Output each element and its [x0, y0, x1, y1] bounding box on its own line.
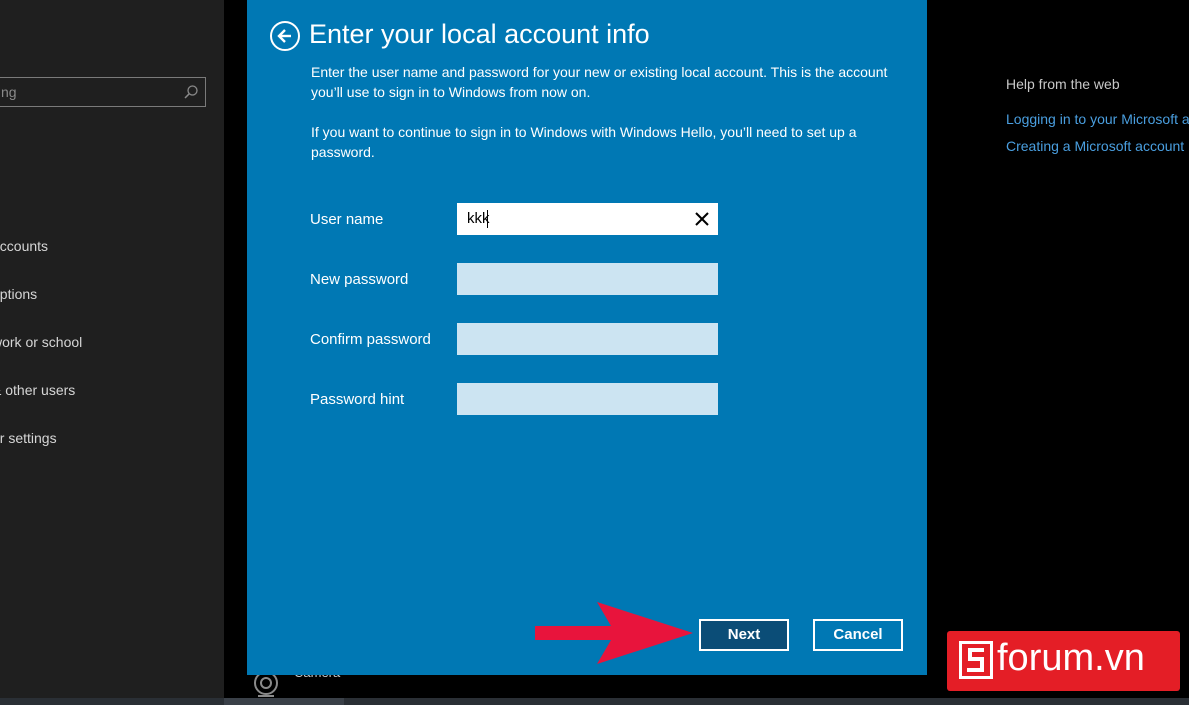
settings-search-input[interactable]: ng	[0, 77, 206, 107]
sidebar-item-work-or-school[interactable]: work or school	[0, 334, 82, 350]
help-link-logging-in[interactable]: Logging in to your Microsoft a	[1006, 111, 1189, 127]
dialog-title: Enter your local account info	[309, 19, 650, 49]
back-button[interactable]	[270, 21, 300, 51]
watermark: forum.vn	[947, 631, 1180, 691]
clear-icon[interactable]	[694, 211, 710, 227]
dialog-description-2: If you want to continue to sign in to Wi…	[311, 124, 857, 160]
search-placeholder: ng	[1, 84, 17, 100]
back-arrow-icon	[277, 29, 291, 43]
password-hint-label: Password hint	[310, 391, 405, 408]
username-input[interactable]: kkk	[457, 203, 718, 235]
sidebar-item-accounts[interactable]: accounts	[0, 238, 48, 254]
bottom-strip	[0, 698, 1189, 705]
confirm-password-label: Confirm password	[310, 331, 431, 348]
next-button[interactable]: Next	[699, 619, 789, 651]
settings-sidebar: ng o accounts options work or school & o…	[0, 0, 224, 705]
sidebar-item-other-users[interactable]: & other users	[0, 382, 75, 398]
search-icon[interactable]	[183, 84, 199, 100]
watermark-text: forum.vn	[997, 637, 1145, 679]
help-link-creating-account[interactable]: Creating a Microsoft account	[1006, 138, 1184, 154]
help-title: Help from the web	[1006, 76, 1120, 92]
s-logo-icon	[967, 648, 984, 672]
username-label: User name	[310, 211, 384, 228]
annotation-arrow-icon	[535, 602, 693, 664]
password-hint-input[interactable]	[457, 383, 718, 415]
watermark-logo	[959, 641, 993, 679]
dialog-description-1: Enter the user name and password for you…	[311, 64, 888, 100]
confirm-password-input[interactable]	[457, 323, 718, 355]
cancel-button[interactable]: Cancel	[813, 619, 903, 651]
local-account-dialog: Enter your local account info Enter the …	[247, 0, 927, 675]
new-password-label: New password	[310, 271, 409, 288]
text-caret	[487, 210, 488, 228]
sidebar-item-sync-settings[interactable]: ur settings	[0, 430, 57, 446]
new-password-input[interactable]	[457, 263, 718, 295]
sidebar-item-sign-in-options[interactable]: options	[0, 286, 37, 302]
